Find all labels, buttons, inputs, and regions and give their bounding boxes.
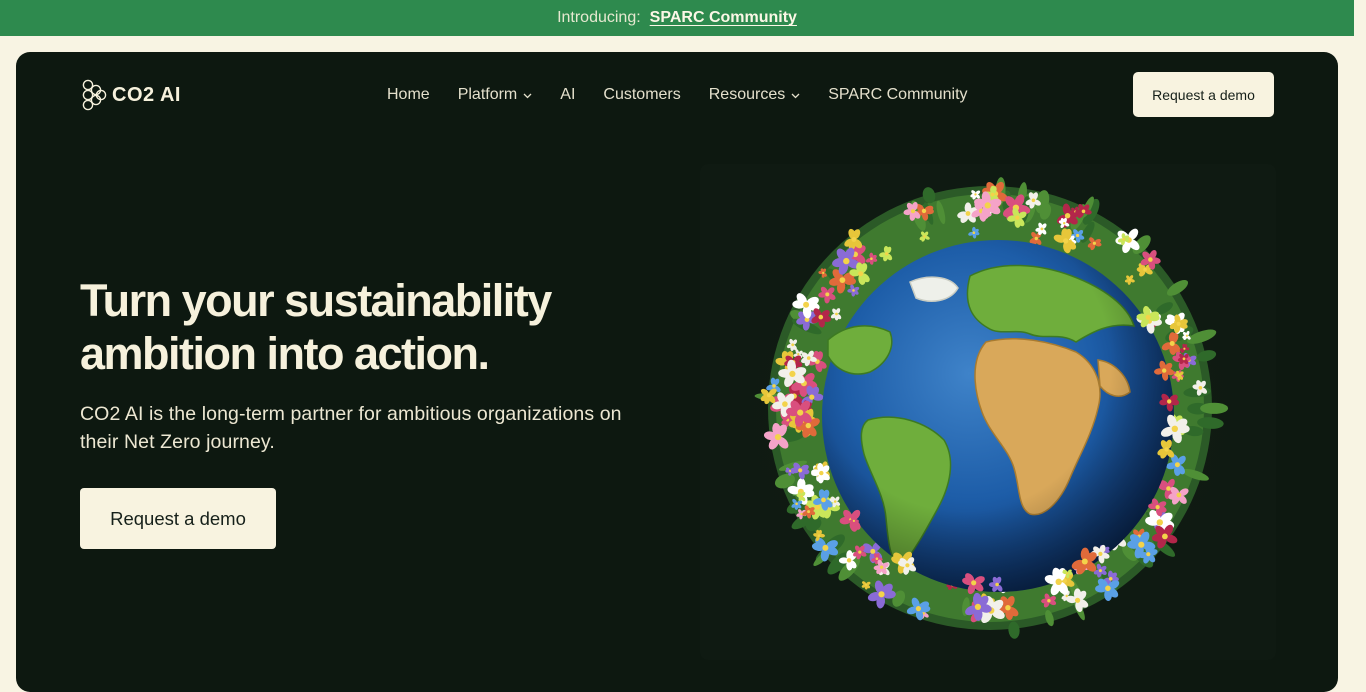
nav-item-resources[interactable]: Resources [709, 86, 800, 104]
brand-name: CO2 AI [112, 83, 181, 106]
main-nav: Home Platform AI Customers Resources SPA… [387, 84, 968, 106]
nav-item-customers[interactable]: Customers [603, 86, 680, 104]
request-demo-button[interactable]: Request a demo [1133, 72, 1274, 117]
announcement-bar: Introducing: SPARC Community [0, 0, 1354, 36]
hero-subtext: CO2 AI is the long-term partner for ambi… [80, 403, 622, 453]
chevron-down-icon [523, 86, 532, 104]
nav-item-label: Platform [457, 86, 518, 103]
hero-globe-image [700, 164, 1276, 660]
nav-item-label: SPARC Community [828, 86, 968, 103]
chevron-down-icon [791, 86, 800, 104]
nav-item-sparc-community[interactable]: SPARC Community [828, 86, 967, 104]
nav-item-ai[interactable]: AI [560, 86, 575, 104]
announcement-intro: Introducing: [557, 9, 641, 26]
nav-item-label: Home [387, 86, 430, 103]
hero-headline: Turn your sustainability ambition into a… [80, 275, 552, 379]
nav-item-home[interactable]: Home [387, 86, 430, 104]
nav-item-label: Resources [708, 86, 786, 103]
announcement-link[interactable]: SPARC Community [650, 9, 797, 27]
nav-item-label: Customers [603, 86, 681, 103]
hero-section: CO2 AI Home Platform AI Customers Resour… [16, 52, 1338, 692]
brand-logo[interactable]: CO2 AI [80, 78, 181, 112]
nav-item-platform[interactable]: Platform [458, 86, 533, 104]
interlocking-rings-icon [80, 79, 107, 111]
nav-item-label: AI [560, 86, 576, 103]
hero-request-demo-button[interactable]: Request a demo [80, 488, 276, 549]
